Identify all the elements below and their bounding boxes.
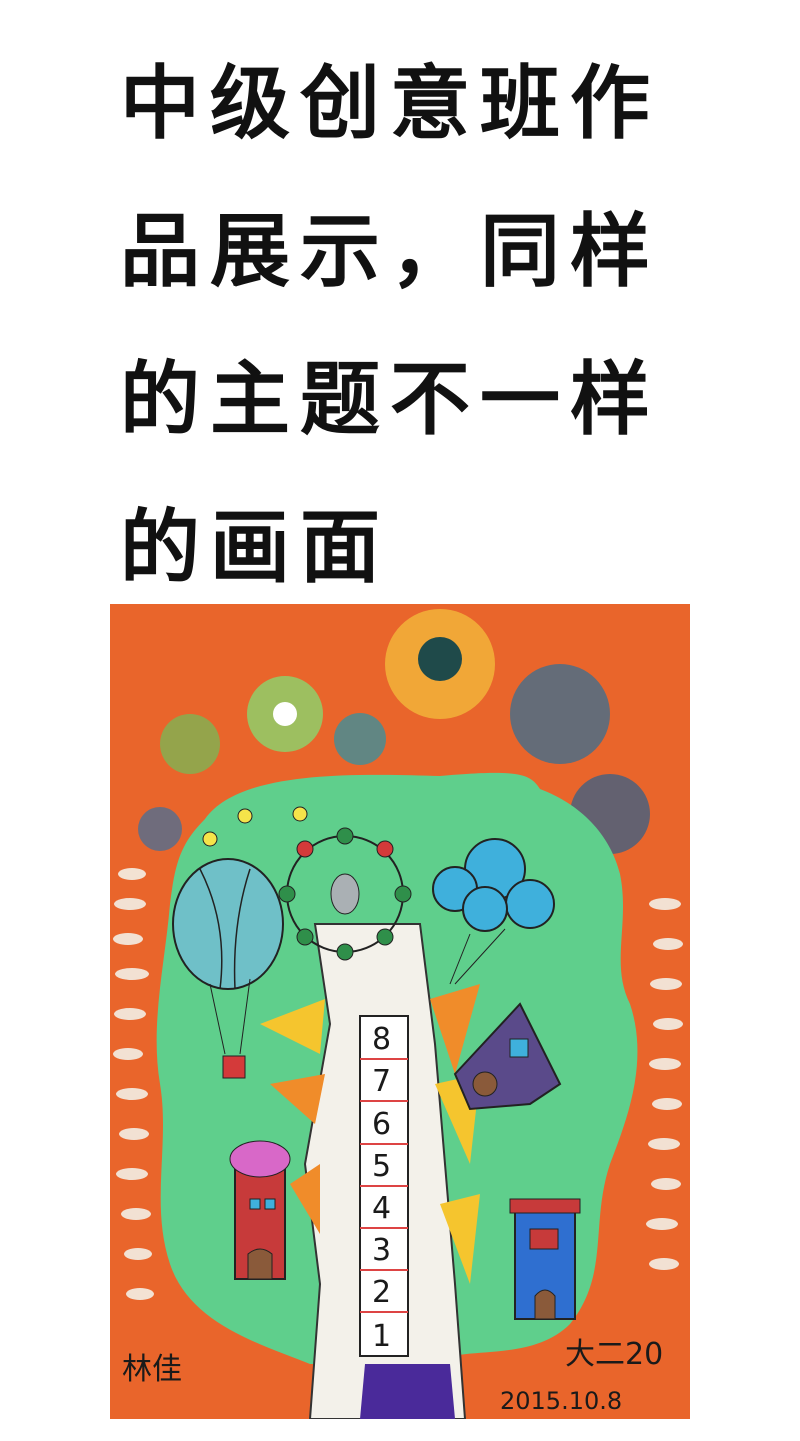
blue-building xyxy=(509,1198,581,1320)
ladder-number: 1 xyxy=(372,1319,391,1354)
caption-line: 的画面 xyxy=(120,501,390,594)
ladder-number: 2 xyxy=(372,1275,391,1310)
number-ladder: 8 7 6 5 4 3 2 1 xyxy=(359,1015,409,1357)
child-drawing: 8 7 6 5 4 3 2 1 林佳 大二20 2015.10.8 xyxy=(110,604,690,1419)
ladder-number: 7 xyxy=(372,1064,391,1099)
ladder-number: 4 xyxy=(372,1191,391,1226)
signature-right: 大二20 xyxy=(565,1337,663,1372)
ladder-number: 5 xyxy=(372,1149,391,1184)
ladder-number: 8 xyxy=(372,1022,391,1057)
ladder-number: 3 xyxy=(372,1233,391,1268)
trunk-base xyxy=(360,1364,455,1419)
drawing-canvas: 8 7 6 5 4 3 2 1 林佳 大二20 2015.10.8 xyxy=(110,604,690,1419)
ladder-number: 6 xyxy=(372,1107,391,1142)
caption-line: 中级创意班作 xyxy=(120,57,660,150)
caption-text: 中级创意班作 品展示，同样 的主题不一样 的画面 xyxy=(120,30,680,622)
signature-left: 林佳 xyxy=(122,1352,182,1387)
caption-line: 品展示，同样 xyxy=(120,205,660,298)
signature-date: 2015.10.8 xyxy=(500,1387,622,1415)
caption-line: 的主题不一样 xyxy=(120,353,660,446)
cupcake-tower xyxy=(229,1140,291,1280)
